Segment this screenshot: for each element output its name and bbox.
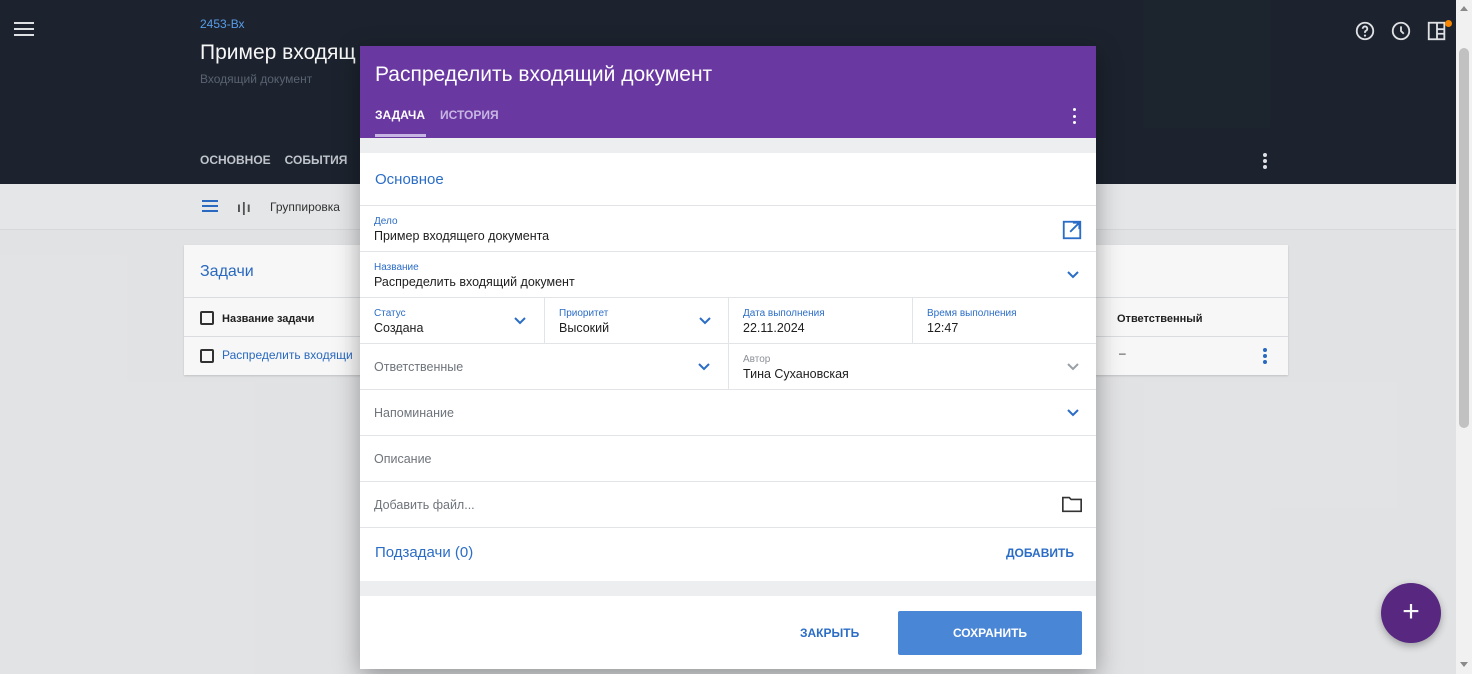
author-value: Тина Сухановская [743, 367, 849, 381]
due-time-value: 12:47 [927, 321, 959, 335]
tab-task[interactable]: ЗАДАЧА [375, 108, 425, 122]
open-external-icon[interactable] [1061, 219, 1083, 241]
add-subtask-button[interactable]: ДОБАВИТЬ [1006, 546, 1074, 560]
status-value: Создана [374, 321, 424, 335]
status-select[interactable]: Статус Создана [360, 298, 544, 343]
author-select[interactable]: Автор Тина Сухановская [728, 344, 1096, 389]
priority-select[interactable]: Приоритет Высокий [544, 298, 728, 343]
chevron-down-icon[interactable] [1066, 408, 1080, 418]
tab-history[interactable]: ИСТОРИЯ [440, 108, 499, 122]
priority-label: Приоритет [559, 308, 609, 319]
name-value: Распределить входящий документ [374, 275, 575, 289]
priority-value: Высокий [559, 321, 610, 335]
dialog-footer: ЗАКРЫТЬ СОХРАНИТЬ [360, 596, 1096, 669]
case-value: Пример входящего документа [374, 229, 550, 243]
chevron-down-icon [1067, 363, 1079, 371]
reminder-select[interactable]: Напоминание [360, 389, 1096, 435]
author-label: Автор [743, 354, 771, 365]
chevron-down-icon[interactable] [697, 362, 711, 372]
name-field[interactable]: Название Распределить входящий документ [360, 251, 1096, 297]
due-date-label: Дата выполнения [743, 308, 825, 319]
chevron-down-icon[interactable] [1066, 270, 1080, 280]
section-title: Основное [375, 171, 444, 188]
status-row: Статус Создана Приоритет Высокий Дата вы… [360, 297, 1096, 343]
attach-file-placeholder: Добавить файл... [374, 498, 475, 512]
attach-file-field[interactable]: Добавить файл... [360, 481, 1096, 527]
due-time-field[interactable]: Время выполнения 12:47 [912, 298, 1096, 343]
scrollbar-thumb[interactable] [1459, 48, 1469, 428]
active-tab-indicator [375, 134, 426, 137]
case-label: Дело [374, 216, 398, 227]
responsible-placeholder: Ответственные [374, 360, 464, 374]
dialog-header: Распределить входящий документ ЗАДАЧА ИС… [360, 46, 1096, 138]
name-label: Название [374, 262, 419, 273]
responsible-select[interactable]: Ответственные [360, 344, 728, 389]
reminder-placeholder: Напоминание [374, 406, 454, 420]
folder-icon[interactable] [1061, 494, 1083, 514]
case-field[interactable]: Дело Пример входящего документа [360, 205, 1096, 251]
task-dialog: Распределить входящий документ ЗАДАЧА ИС… [360, 46, 1096, 669]
close-button[interactable]: ЗАКРЫТЬ [800, 626, 859, 640]
subtasks-title: Подзадачи (0) [375, 544, 474, 561]
due-date-value: 22.11.2024 [743, 321, 805, 335]
responsible-row: Ответственные Автор Тина Сухановская [360, 343, 1096, 389]
status-label: Статус [374, 308, 406, 319]
save-button[interactable]: СОХРАНИТЬ [898, 611, 1082, 655]
main-section: Основное Дело Пример входящего документа… [360, 153, 1096, 581]
chevron-down-icon[interactable] [513, 316, 527, 326]
chevron-down-icon[interactable] [698, 316, 712, 326]
description-field[interactable]: Описание [360, 435, 1096, 481]
description-placeholder: Описание [374, 452, 432, 466]
subtasks-row: Подзадачи (0) ДОБАВИТЬ [360, 527, 1096, 581]
dialog-title: Распределить входящий документ [375, 63, 713, 86]
dialog-body[interactable]: Основное Дело Пример входящего документа… [360, 138, 1096, 596]
scroll-up-arrow[interactable] [1460, 6, 1468, 11]
scroll-down-arrow[interactable] [1460, 662, 1468, 667]
dialog-more-vert-icon[interactable] [1070, 108, 1078, 124]
due-time-label: Время выполнения [927, 308, 1017, 319]
due-date-field[interactable]: Дата выполнения 22.11.2024 [728, 298, 912, 343]
